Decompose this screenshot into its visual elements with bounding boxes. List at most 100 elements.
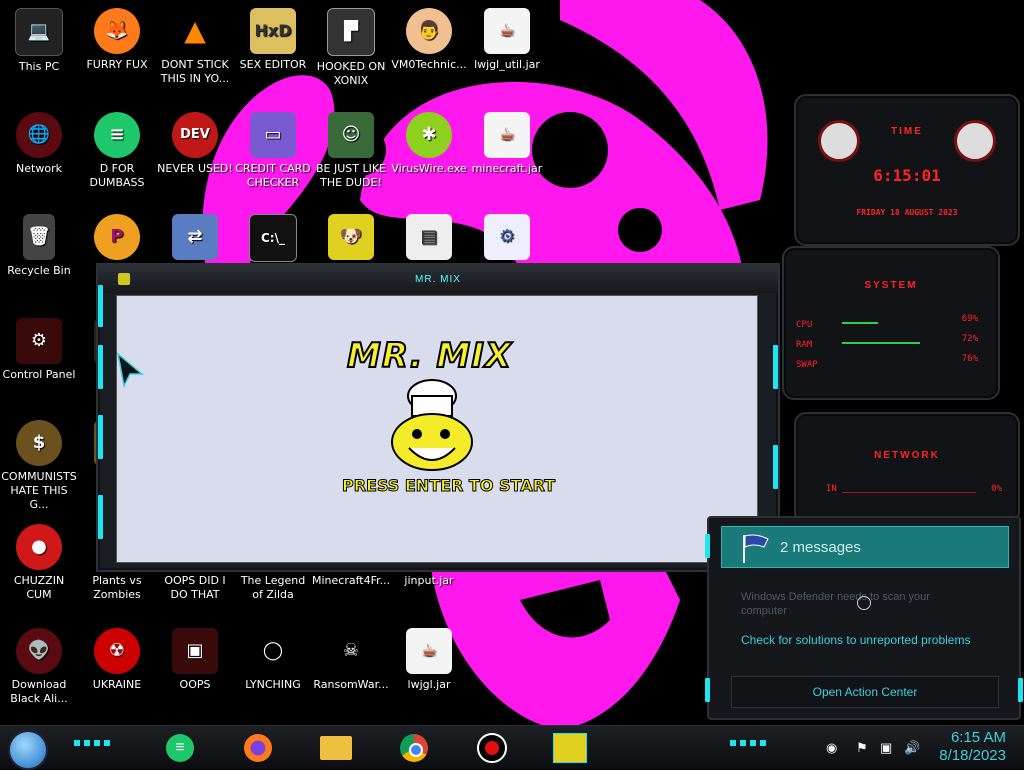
- solutions-link[interactable]: Check for solutions to unreported proble…: [741, 633, 970, 647]
- desktop-icon-chuzzin[interactable]: ● CHUZZIN CUM: [0, 524, 78, 602]
- desktop-icon-hooked-on-xonix[interactable]: ▛ HOOKED ON XONIX: [312, 8, 390, 88]
- desktop-icon-recycle-bin[interactable]: 🗑 Recycle Bin: [0, 214, 78, 278]
- cpu-bar: [842, 322, 878, 324]
- gnome-icon: ☺: [328, 112, 374, 158]
- desktop-icon-ransomware[interactable]: ☠ RansomWar...: [312, 628, 390, 692]
- open-action-center-button[interactable]: Open Action Center: [731, 676, 999, 708]
- desktop-icon-minecraft-jar[interactable]: ☕ minecraft.jar: [468, 112, 546, 176]
- desktop-icon-never-used[interactable]: DEV NEVER USED!: [156, 112, 234, 176]
- taskbar-file-explorer[interactable]: [316, 730, 356, 766]
- defender-message[interactable]: Windows Defender needs to scan your comp…: [741, 590, 951, 618]
- taskbar-time: 6:15 AM: [950, 729, 1006, 746]
- window-titlebar[interactable]: MR. MIX: [98, 265, 778, 293]
- document-icon: ▤: [406, 214, 452, 260]
- vlc-cone-icon: ▲: [172, 8, 218, 54]
- record-icon: [477, 733, 507, 763]
- firefox-icon: 🦊: [94, 8, 140, 54]
- ac-right-accent: [1018, 678, 1023, 702]
- terminal-icon: C:\_: [249, 214, 297, 262]
- taskbar-mr-mix[interactable]: [550, 730, 590, 766]
- network-in-label: IN: [826, 484, 837, 494]
- desktop-icon-network-drive[interactable]: ⇄: [156, 214, 234, 264]
- desktop-icon-lwjgl[interactable]: ☕ lwjgl.jar: [390, 628, 468, 692]
- ac-left-accent-2: [705, 678, 710, 702]
- taskbar-accent-left: [74, 740, 114, 746]
- desktop-icon-dont-stick[interactable]: ▲ DONT STICK THIS IN YO...: [156, 8, 234, 86]
- window-left-accent-4: [98, 495, 103, 539]
- taskbar-clock[interactable]: 6:15 AM 8/18/2023: [939, 729, 1006, 765]
- xonix-icon: ▛: [327, 8, 375, 56]
- widget-clock: 6:15:01: [873, 166, 941, 185]
- desktop-icon-credit-card-checker[interactable]: ▭ CREDIT CARD CHECKER: [234, 112, 312, 190]
- network-widget-title: NETWORK: [874, 450, 940, 461]
- press-enter-prompt: PRESS ENTER TO START: [341, 476, 556, 496]
- desktop-icon-vm0technic[interactable]: 👨 VM0Technic...: [390, 8, 468, 72]
- recycle-bin-icon: 🗑: [23, 214, 55, 260]
- alien-icon: 👽: [16, 628, 62, 674]
- chef-face-icon: [391, 379, 473, 471]
- flag-icon: [743, 534, 769, 563]
- taskbar-chrome[interactable]: [394, 730, 434, 766]
- java-jar-icon: ☕: [484, 112, 530, 158]
- tray-flag-icon[interactable]: ⚑: [856, 740, 868, 756]
- desktop-icon-terminal[interactable]: C:\_: [234, 214, 312, 266]
- radiation-icon: ☢: [94, 628, 140, 674]
- network-widget[interactable]: NETWORK IN 0%: [794, 412, 1020, 524]
- desktop-icon-download-black-ali[interactable]: 👽 Download Black Ali...: [0, 628, 78, 706]
- spotify-icon: ≡: [166, 734, 194, 762]
- time-widget-title: TIME: [891, 126, 923, 137]
- mr-mix-window[interactable]: MR. MIX MR. MIX PRESS ENTER TO START: [96, 263, 780, 572]
- game-canvas[interactable]: MR. MIX PRESS ENTER TO START: [116, 295, 758, 563]
- java-jar-icon: ☕: [484, 8, 530, 54]
- desktop-icon-d-for-dumbass[interactable]: ≡ D FOR DUMBASS: [78, 112, 156, 190]
- cpu-row: CPU 69%: [796, 314, 978, 330]
- network-drive-icon: ⇄: [172, 214, 218, 260]
- desktop-icon-lynching[interactable]: ◯ LYNCHING: [234, 628, 312, 692]
- desktop-icon-lwjgl-util[interactable]: ☕ lwjgl_util.jar: [468, 8, 546, 72]
- desktop-icon-furry-fux[interactable]: 🦊 FURRY FUX: [78, 8, 156, 72]
- noose-icon: ◯: [250, 628, 296, 674]
- money-bag-icon: $: [16, 420, 62, 466]
- tray-network-icon[interactable]: ▣: [880, 740, 892, 756]
- taskbar-accent-right: [730, 740, 770, 746]
- desktop-icon-viruswire[interactable]: ✱ VirusWire.exe: [390, 112, 468, 176]
- time-widget[interactable]: TIME 6:15:01 FRIDAY 18 AUGUST 2023: [794, 94, 1020, 246]
- desktop-icon-control-panel[interactable]: ⚙ Control Panel: [0, 318, 78, 382]
- folder-icon: [320, 736, 352, 760]
- taskbar-recorder[interactable]: [472, 730, 512, 766]
- gear-document-icon: ⚙: [484, 214, 530, 260]
- desktop-icon-dog[interactable]: 🐶: [312, 214, 390, 264]
- dog-icon: 🐶: [328, 214, 374, 260]
- desktop-icon-be-just-like-the-dude[interactable]: ☺ BE JUST LIKE THE DUDE!: [312, 112, 390, 190]
- spotify-like-icon: ≡: [94, 112, 140, 158]
- desktop-icon-settings-file[interactable]: ⚙: [468, 214, 546, 264]
- action-center-popup[interactable]: 2 messages Windows Defender needs to sca…: [705, 516, 1023, 720]
- java-jar-icon: ☕: [406, 628, 452, 674]
- message-count: 2 messages: [780, 539, 861, 556]
- ac-left-accent: [705, 534, 710, 558]
- system-widget[interactable]: SYSTEM CPU 69% RAM 72% SWAP 76%: [782, 246, 1000, 400]
- taskbar-firefox[interactable]: [238, 730, 278, 766]
- ac-header[interactable]: 2 messages: [721, 526, 1009, 568]
- taskbar: ≡ ◉ ⚑ ▣ 🔊 6:15 AM 8/18/2023: [0, 725, 1024, 770]
- start-button[interactable]: [8, 730, 48, 770]
- taskbar-date: 8/18/2023: [939, 747, 1006, 764]
- window-right-accent: [773, 345, 778, 389]
- desktop-icon-ukraine[interactable]: ☢ UKRAINE: [78, 628, 156, 692]
- lime-icon: ✱: [406, 112, 452, 158]
- desktop-icon-sex-editor[interactable]: HxD SEX EDITOR: [234, 8, 312, 72]
- taskbar-spotify[interactable]: ≡: [160, 730, 200, 766]
- doctor-icon: 👨: [406, 8, 452, 54]
- tray-volume-icon[interactable]: 🔊: [904, 740, 920, 756]
- desktop-icon-communists[interactable]: $ COMMUNISTS HATE THIS G...: [0, 420, 78, 512]
- desktop-icon-network[interactable]: 🌐 Network: [0, 112, 78, 176]
- p-logo-icon: P: [94, 214, 140, 260]
- desktop-icon-oops[interactable]: ▣ OOPS: [156, 628, 234, 692]
- desktop-icon-this-pc[interactable]: 💻 This PC: [0, 8, 78, 74]
- firefox-icon: [244, 734, 272, 762]
- tray-record-icon[interactable]: ◉: [826, 740, 837, 756]
- ram-row: RAM 72%: [796, 334, 978, 350]
- credit-card-icon: ▭: [250, 112, 296, 158]
- desktop-icon-file[interactable]: ▤: [390, 214, 468, 264]
- hxd-icon: HxD: [250, 8, 296, 54]
